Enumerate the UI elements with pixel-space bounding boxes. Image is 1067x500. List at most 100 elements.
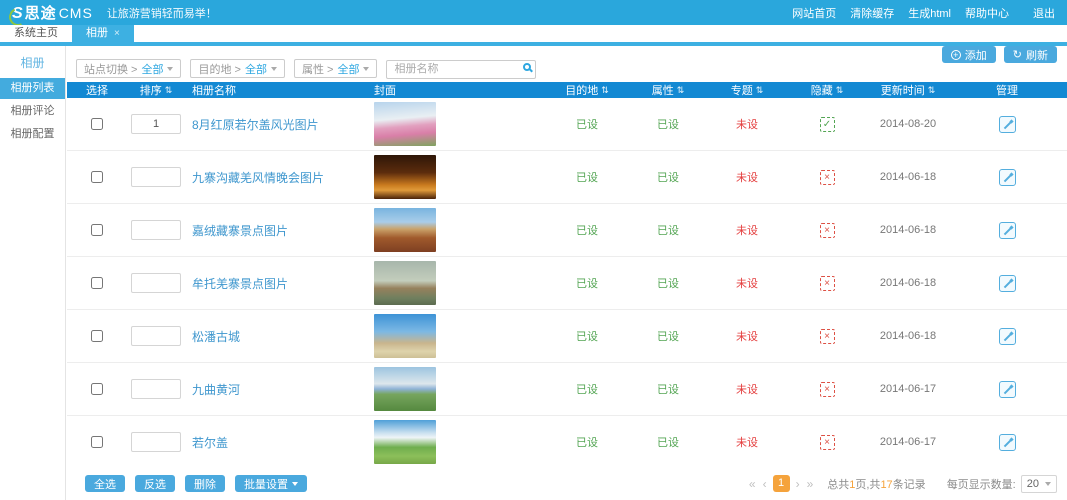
hidden-cell: × xyxy=(785,223,869,238)
current-page-button[interactable]: 1 xyxy=(773,475,790,492)
filter-dropdown-3[interactable]: 属性 >全部 xyxy=(294,59,377,78)
top-menu-item[interactable]: 帮助中心 xyxy=(965,5,1009,21)
topic-status: 未设 xyxy=(709,116,785,132)
sort-arrows-icon[interactable] xyxy=(601,85,609,96)
column-header-label: 排序 xyxy=(140,82,162,98)
select-cell xyxy=(67,277,127,289)
edit-pencil-icon[interactable] xyxy=(999,275,1016,292)
page-size-select[interactable]: 20 xyxy=(1021,475,1057,493)
select-cell xyxy=(67,118,127,130)
album-name-link[interactable]: 九曲黄河 xyxy=(192,381,240,398)
album-name-link[interactable]: 嘉绒藏寨景点图片 xyxy=(192,222,288,239)
tab-label: 相册 xyxy=(86,27,108,39)
album-name-link[interactable]: 松潘古城 xyxy=(192,328,240,345)
sort-order-input[interactable] xyxy=(131,273,181,293)
cover-cell xyxy=(367,102,547,146)
edit-pencil-icon[interactable] xyxy=(999,434,1016,451)
sort-arrows-icon[interactable] xyxy=(756,85,764,96)
table-row: 嘉绒藏寨景点图片已设已设未设×2014-06-18 xyxy=(67,204,1067,257)
updated-date: 2014-06-18 xyxy=(869,330,947,342)
top-menu-item[interactable]: 网站首页 xyxy=(792,5,836,21)
sidebar-item-1[interactable]: 相册列表 xyxy=(0,78,65,99)
updated-date: 2014-06-17 xyxy=(869,383,947,395)
sort-cell xyxy=(127,220,185,240)
name-cell: 松潘古城 xyxy=(185,328,367,345)
invert-select-button[interactable]: 反选 xyxy=(135,475,175,492)
topic-status: 未设 xyxy=(709,328,785,344)
hidden-toggle-cross-icon[interactable]: × xyxy=(820,435,835,450)
sort-order-input[interactable] xyxy=(131,432,181,452)
top-action-buttons: 添加 刷新 xyxy=(942,46,1057,63)
album-table: 选择排序相册名称封面目的地属性专题隐藏更新时间管理 8月红原若尔盖风光图片已设已… xyxy=(67,82,1067,469)
sort-order-input[interactable] xyxy=(131,167,181,187)
sort-order-input[interactable] xyxy=(131,220,181,240)
top-menu-item[interactable]: 清除缓存 xyxy=(850,5,894,21)
table-row: 松潘古城已设已设未设×2014-06-18 xyxy=(67,310,1067,363)
tab-close-icon[interactable]: × xyxy=(114,28,120,39)
sort-order-input[interactable] xyxy=(131,326,181,346)
tab-active[interactable]: 相册 × xyxy=(72,25,134,42)
tab-item[interactable]: 系统主页 xyxy=(0,25,72,42)
album-name-link[interactable]: 牟托羌寨景点图片 xyxy=(192,275,288,292)
sort-order-input[interactable] xyxy=(131,379,181,399)
album-table-body: 8月红原若尔盖风光图片已设已设未设✓2014-08-20九寨沟藏羌风情晚会图片已… xyxy=(67,98,1067,469)
column-header-3: 相册名称 xyxy=(185,82,367,98)
row-select-checkbox[interactable] xyxy=(91,171,103,183)
sort-arrows-icon[interactable] xyxy=(677,85,685,96)
column-header-label: 专题 xyxy=(731,82,753,98)
add-button[interactable]: 添加 xyxy=(942,46,996,63)
row-select-checkbox[interactable] xyxy=(91,436,103,448)
row-select-checkbox[interactable] xyxy=(91,330,103,342)
edit-pencil-icon[interactable] xyxy=(999,116,1016,133)
hidden-toggle-cross-icon[interactable]: × xyxy=(820,276,835,291)
sidebar-item-2[interactable]: 相册评论 xyxy=(0,101,65,122)
hidden-toggle-cross-icon[interactable]: × xyxy=(820,223,835,238)
batch-settings-button[interactable]: 批量设置 xyxy=(235,475,307,492)
edit-pencil-icon[interactable] xyxy=(999,169,1016,186)
updated-date: 2014-06-18 xyxy=(869,277,947,289)
search-icon[interactable] xyxy=(523,63,531,71)
last-page-button[interactable]: » xyxy=(806,477,815,491)
album-name-link[interactable]: 8月红原若尔盖风光图片 xyxy=(192,116,319,133)
edit-pencil-icon[interactable] xyxy=(999,381,1016,398)
select-cell xyxy=(67,383,127,395)
sidebar-item-3[interactable]: 相册配置 xyxy=(0,124,65,145)
row-select-checkbox[interactable] xyxy=(91,118,103,130)
top-menu-item[interactable]: 生成html xyxy=(908,5,951,21)
next-page-button[interactable]: › xyxy=(795,477,801,491)
filter-dropdown-2[interactable]: 目的地 >全部 xyxy=(190,59,284,78)
edit-pencil-icon[interactable] xyxy=(999,328,1016,345)
filter-label: 目的地 > xyxy=(198,61,240,77)
first-page-button[interactable]: « xyxy=(748,477,757,491)
footer-bar: 全选反选删除批量设置 « ‹ 1 › » 总共1页,共17条记录 每页显示数量:… xyxy=(67,467,1067,500)
top-menu-item[interactable]: 退出 xyxy=(1033,5,1055,21)
refresh-button[interactable]: 刷新 xyxy=(1004,46,1057,63)
delete-button[interactable]: 删除 xyxy=(185,475,225,492)
top-menu: 网站首页清除缓存生成html 帮助中心 退出 xyxy=(792,5,1055,21)
search-input[interactable] xyxy=(386,60,536,79)
row-select-checkbox[interactable] xyxy=(91,383,103,395)
tab-bar: 系统主页 相册 × xyxy=(0,25,1067,42)
filter-dropdown-1[interactable]: 站点切换 >全部 xyxy=(76,59,181,78)
edit-pencil-icon[interactable] xyxy=(999,222,1016,239)
hidden-cell: ✓ xyxy=(785,117,869,132)
destination-status: 已设 xyxy=(547,328,627,344)
row-select-checkbox[interactable] xyxy=(91,224,103,236)
attribute-status: 已设 xyxy=(627,275,709,291)
chevron-down-icon xyxy=(1045,482,1051,486)
sort-arrows-icon[interactable] xyxy=(165,85,173,96)
sort-arrows-icon[interactable] xyxy=(928,85,936,96)
sort-order-input[interactable] xyxy=(131,114,181,134)
hidden-toggle-cross-icon[interactable]: × xyxy=(820,329,835,344)
album-name-link[interactable]: 若尔盖 xyxy=(192,434,228,451)
hidden-toggle-check-icon[interactable]: ✓ xyxy=(820,117,835,132)
sort-arrows-icon[interactable] xyxy=(836,85,844,96)
select-all-button[interactable]: 全选 xyxy=(85,475,125,492)
hidden-toggle-cross-icon[interactable]: × xyxy=(820,170,835,185)
album-name-link[interactable]: 九寨沟藏羌风情晚会图片 xyxy=(192,169,324,186)
select-cell xyxy=(67,171,127,183)
hidden-cell: × xyxy=(785,382,869,397)
row-select-checkbox[interactable] xyxy=(91,277,103,289)
hidden-toggle-cross-icon[interactable]: × xyxy=(820,382,835,397)
prev-page-button[interactable]: ‹ xyxy=(762,477,768,491)
